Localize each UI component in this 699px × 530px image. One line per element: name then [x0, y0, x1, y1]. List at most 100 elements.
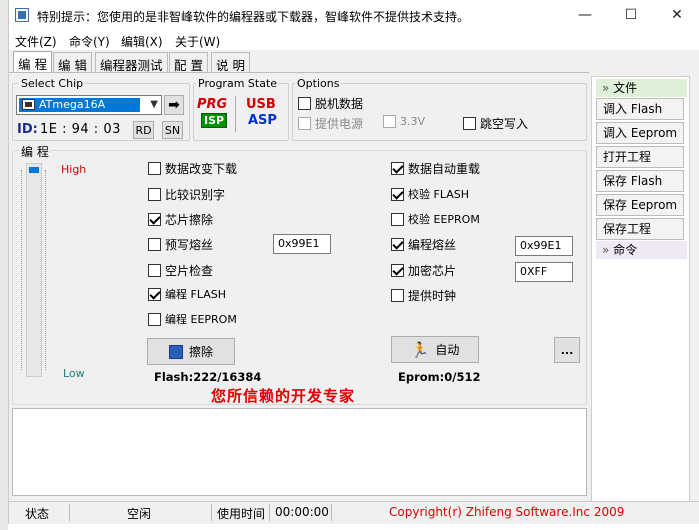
chevrons-icon: »: [602, 81, 610, 95]
prewrite-fuse-field[interactable]: 0x99E1: [273, 234, 331, 254]
checkbox-box[interactable]: [148, 238, 161, 251]
checkbox-box[interactable]: [383, 115, 396, 128]
sidebar-item-save-project[interactable]: 保存工程: [596, 218, 684, 240]
checkbox-box[interactable]: [148, 312, 161, 326]
checkbox-box[interactable]: [463, 117, 476, 130]
minimize-button[interactable]: —: [562, 0, 608, 30]
close-button[interactable]: ✕: [654, 0, 699, 30]
check-label: 编程 EEPROM: [165, 313, 237, 326]
check-program-eeprom[interactable]: 编程 EEPROM: [148, 311, 237, 327]
high-label: High: [61, 163, 87, 176]
provide-power-label: 提供电源: [315, 117, 364, 131]
menu-file[interactable]: 文件(Z): [15, 33, 57, 50]
serial-number-button[interactable]: SN: [162, 121, 183, 139]
offline-data-label: 脱机数据: [315, 97, 364, 111]
chip-id-value: 1E : 94 : 03: [40, 122, 121, 137]
provide-power-checkbox[interactable]: 提供电源: [298, 115, 363, 132]
jump-write-checkbox[interactable]: 跳空写入: [463, 115, 528, 132]
chip-select-value: ATmega16A: [39, 98, 106, 111]
program-group-label: 编 程: [19, 143, 51, 160]
sidebar-command-header[interactable]: » 命令: [596, 241, 687, 259]
check-chip-erase[interactable]: 芯片擦除: [148, 211, 213, 228]
erase-button[interactable]: 擦除: [147, 338, 235, 365]
voltage-checkbox[interactable]: 3.3V: [383, 115, 425, 128]
sidebar-item-load-eeprom[interactable]: 调入 Eeprom: [596, 122, 684, 144]
check-label: 编程熔丝: [408, 238, 457, 252]
lock-bits-field[interactable]: 0XFF: [515, 262, 573, 282]
flash-usage: Flash:222/16384: [154, 370, 262, 384]
offline-data-checkbox[interactable]: 脱机数据: [298, 95, 363, 112]
isp-text: ISP: [201, 113, 228, 128]
sidebar-item-open-project[interactable]: 打开工程: [596, 146, 684, 168]
checkbox-box[interactable]: [148, 287, 161, 301]
check-verify-flash[interactable]: 校验 FLASH: [391, 186, 469, 202]
check-label: 芯片擦除: [165, 213, 214, 227]
prg-isp-icon: PRG ISP: [197, 97, 229, 131]
asp-text: ASP: [248, 113, 277, 128]
check-label: 空片检查: [165, 264, 214, 278]
tab-help[interactable]: 说 明: [211, 52, 250, 73]
checkbox-box[interactable]: [391, 212, 404, 226]
application-window: 特别提示：您使用的是非智峰软件的编程器或下载器，智峰软件不提供技术支持。 — ☐…: [8, 0, 699, 524]
sidebar-item-save-flash[interactable]: 保存 Flash: [596, 170, 684, 192]
tab-config[interactable]: 配 置: [169, 52, 208, 73]
maximize-button[interactable]: ☐: [608, 0, 654, 30]
slider-thumb[interactable]: [29, 167, 39, 173]
check-auto-reload[interactable]: 数据自动重载: [391, 160, 480, 177]
read-id-button[interactable]: RD: [133, 121, 154, 139]
checkbox-box[interactable]: [391, 289, 404, 302]
erase-icon: [168, 344, 183, 359]
tab-programmer-test[interactable]: 编程器测试: [95, 52, 168, 73]
check-verify-eeprom[interactable]: 校验 EEPROM: [391, 211, 480, 227]
more-button[interactable]: ...: [554, 337, 580, 363]
checkbox-box[interactable]: [391, 187, 404, 201]
checkbox-box[interactable]: [148, 188, 161, 201]
sidebar-item-save-eeprom[interactable]: 保存 Eeprom: [596, 194, 684, 216]
check-blank-check[interactable]: 空片检查: [148, 262, 213, 279]
checkbox-box[interactable]: [148, 162, 161, 175]
sidebar: » 文件 调入 Flash 调入 Eeprom 打开工程 保存 Flash 保存…: [591, 76, 690, 502]
check-data-change-download[interactable]: 数据改变下载: [148, 160, 237, 177]
auto-button[interactable]: 🏃 自动: [391, 336, 479, 363]
speed-slider[interactable]: [26, 163, 42, 377]
check-label: 数据自动重载: [408, 162, 481, 176]
checkbox-box[interactable]: [148, 264, 161, 277]
checkbox-box[interactable]: [298, 97, 311, 110]
chevrons-icon: »: [602, 243, 610, 257]
check-lock-chip[interactable]: 加密芯片: [391, 262, 456, 279]
menu-command[interactable]: 命令(Y): [69, 33, 110, 50]
go-arrow-button[interactable]: ➡: [164, 95, 184, 115]
background-strip: [0, 0, 8, 530]
menu-about[interactable]: 关于(W): [175, 33, 220, 50]
checkbox-box[interactable]: [391, 264, 404, 277]
tab-edit[interactable]: 编 辑: [53, 52, 92, 73]
tab-program[interactable]: 编 程: [13, 51, 52, 72]
app-icon: [15, 8, 29, 22]
checkbox-box[interactable]: [391, 162, 404, 175]
check-program-fuse[interactable]: 编程熔丝: [391, 236, 456, 253]
copyright: Copyright(r) Zhifeng Software.Inc 2009: [389, 505, 625, 519]
check-program-flash[interactable]: 编程 FLASH: [148, 286, 226, 302]
program-fuse-field[interactable]: 0x99E1: [515, 236, 573, 256]
chevron-down-icon[interactable]: ▼: [150, 99, 158, 110]
checkbox-box[interactable]: [148, 213, 161, 226]
title-bar: 特别提示：您使用的是非智峰软件的编程器或下载器，智峰软件不提供技术支持。 — ☐…: [9, 0, 699, 30]
check-compare-signature[interactable]: 比较识别字: [148, 186, 225, 203]
check-label: 比较识别字: [165, 188, 226, 202]
state-divider: [235, 96, 236, 132]
running-man-icon: 🏃: [410, 340, 430, 359]
arrow-right-icon: ➡: [168, 97, 180, 113]
checkbox-box[interactable]: [298, 117, 311, 130]
checkbox-box[interactable]: [391, 238, 404, 251]
prg-text: PRG: [197, 97, 228, 112]
check-provide-clock[interactable]: 提供时钟: [391, 287, 456, 304]
program-group: [12, 150, 587, 405]
menu-edit[interactable]: 编辑(X): [121, 33, 163, 50]
chip-select-value-area: ATmega16A: [19, 98, 140, 112]
id-label: ID:: [17, 122, 38, 137]
sidebar-file-header[interactable]: » 文件: [596, 79, 687, 97]
check-prewrite-fuse[interactable]: 预写熔丝: [148, 236, 213, 253]
log-output[interactable]: [12, 408, 587, 496]
sidebar-item-load-flash[interactable]: 调入 Flash: [596, 98, 684, 120]
chip-select[interactable]: ATmega16A ▼: [16, 95, 162, 115]
